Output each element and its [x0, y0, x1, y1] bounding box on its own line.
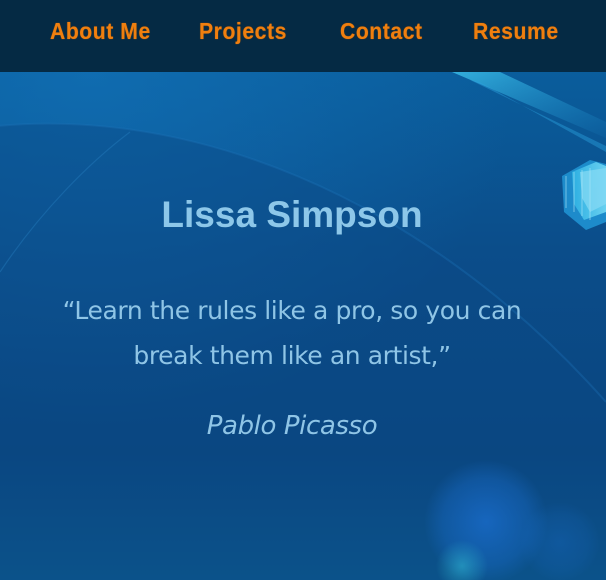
hero-name-heading: Lissa Simpson	[161, 194, 423, 235]
nav-link-contact[interactable]: Contact	[340, 15, 423, 47]
page: About Me Projects Contact Resume Lissa S…	[0, 0, 606, 580]
hero-quote-author: Pablo Picasso	[206, 411, 378, 441]
hero-section: Lissa Simpson “Learn the rules like a pr…	[0, 72, 606, 580]
nav-link-projects[interactable]: Projects	[199, 15, 287, 47]
nav-link-resume[interactable]: Resume	[473, 15, 559, 47]
top-navbar: About Me Projects Contact Resume	[0, 0, 606, 72]
hero-quote: “Learn the rules like a pro, so you can …	[62, 296, 522, 370]
nav-link-about-me[interactable]: About Me	[50, 15, 151, 47]
